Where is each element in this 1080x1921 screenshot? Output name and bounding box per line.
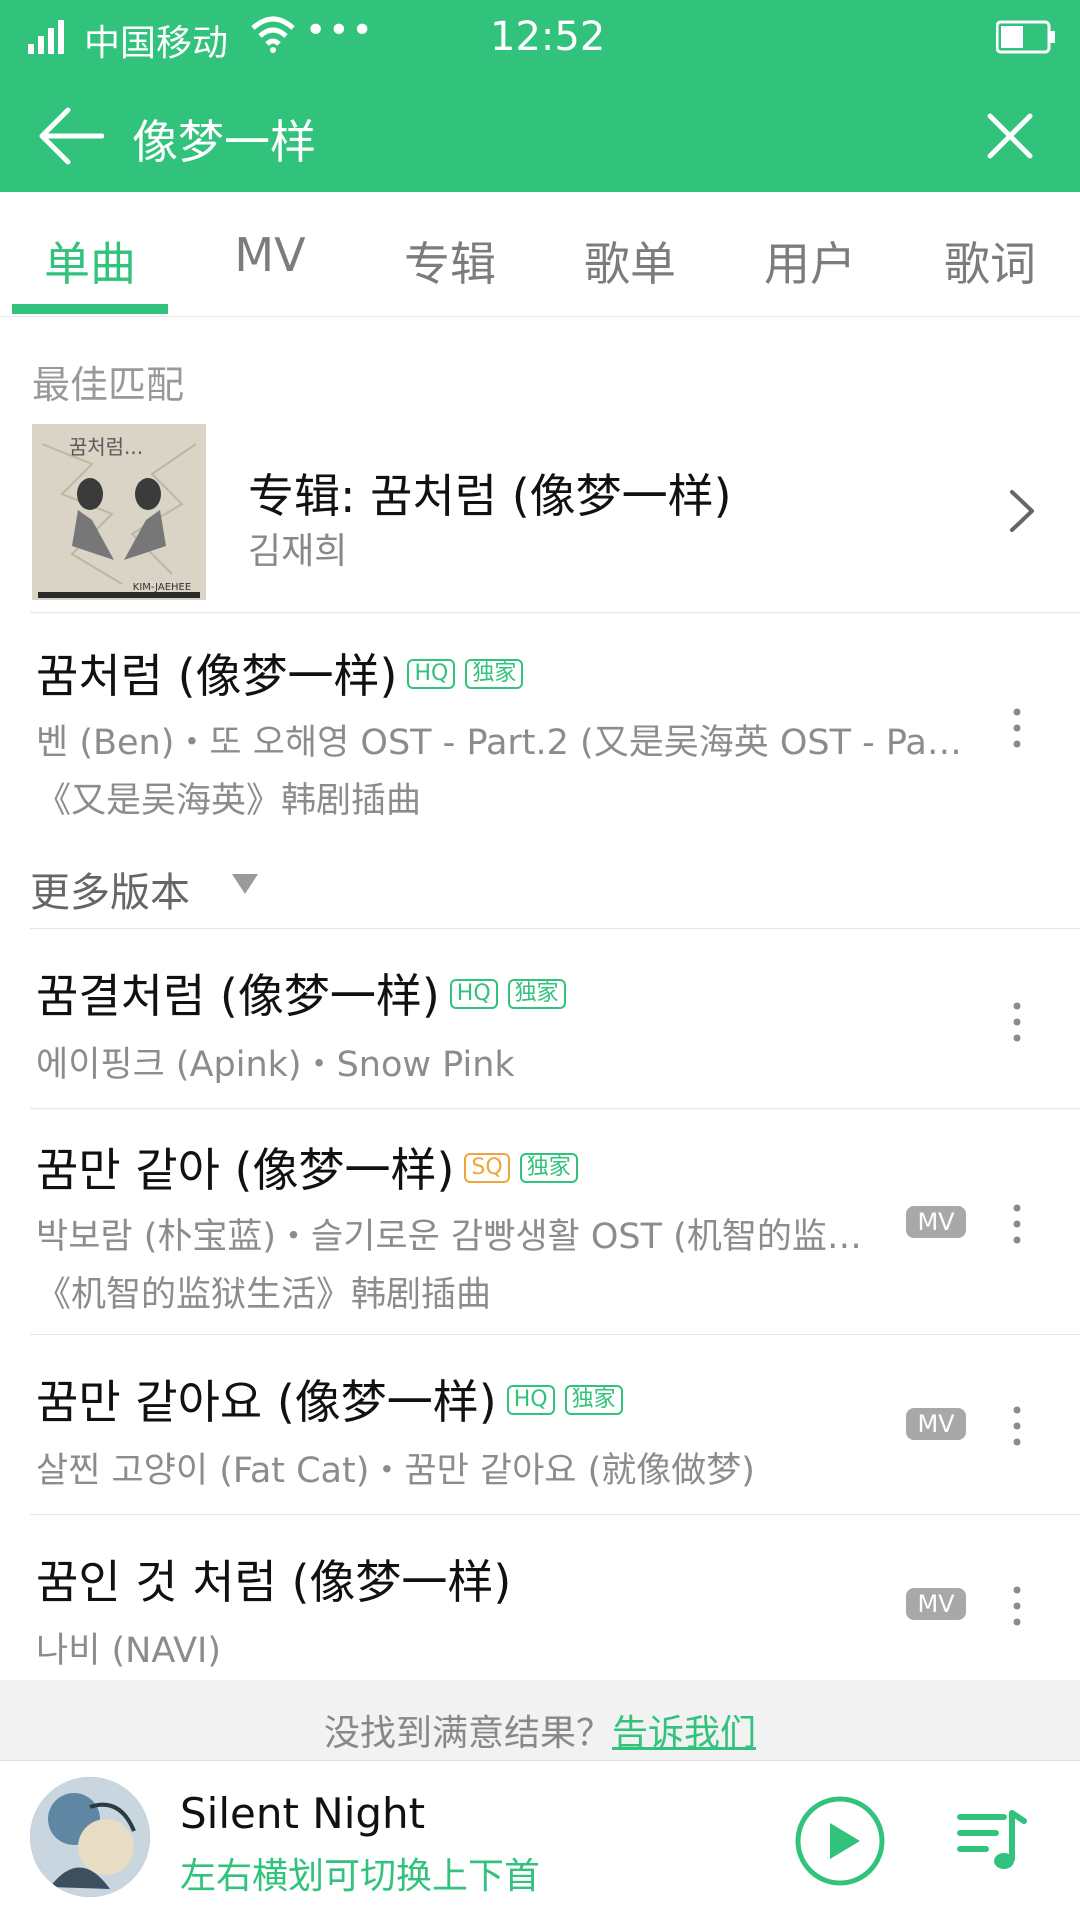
- exclusive-badge: 独家: [465, 658, 524, 689]
- tab-single[interactable]: 单曲: [0, 228, 180, 294]
- mv-badge[interactable]: MV: [906, 1588, 966, 1620]
- quality-badge: HQ: [506, 1384, 555, 1415]
- wifi-icon: [251, 16, 295, 53]
- best-match-cover[interactable]: 꿈처럼... KIM-JAEHEE: [32, 424, 206, 600]
- carrier-name: 中国移动: [84, 23, 229, 64]
- player-hint: 左右横划可切换上下首: [180, 1856, 541, 1897]
- song-title[interactable]: 꿈만 같아 (像梦一样) SQ 独家: [36, 1134, 578, 1200]
- status-overflow-dots: •••: [305, 10, 375, 51]
- song-subtitle: 벤 (Ben)・또 오해영 OST - Part.2 (又是吴海英 OST - …: [36, 723, 962, 763]
- tab-mv[interactable]: MV: [180, 228, 360, 282]
- song-title[interactable]: 꿈만 같아요 (像梦一样) HQ 独家: [36, 1366, 623, 1432]
- cover-title-text: 꿈처럼...: [69, 435, 143, 459]
- song-title[interactable]: 꿈처럼 (像梦一样) HQ 独家: [36, 640, 524, 706]
- player-song-title: Silent Night: [180, 1789, 426, 1838]
- divider: [30, 1108, 1080, 1109]
- tab-user[interactable]: 用户: [720, 228, 900, 294]
- player-cover-art[interactable]: [30, 1777, 150, 1897]
- feedback-text: 没找到满意结果？告诉我们: [323, 1713, 757, 1754]
- status-bar: 中国移动 ••• 12:52: [0, 0, 1080, 80]
- feedback-link[interactable]: 告诉我们: [612, 1713, 756, 1754]
- song-subtitle: 박보람 (朴宝蓝)・슬기로운 감빵생활 OST (机智的监…: [36, 1217, 862, 1257]
- more-vertical-icon[interactable]: [1012, 1404, 1022, 1448]
- song-title[interactable]: 꿈결처럼 (像梦一样) HQ 独家: [36, 960, 566, 1026]
- more-vertical-icon[interactable]: [1012, 1202, 1022, 1246]
- triangle-down-icon[interactable]: [232, 874, 258, 894]
- tab-album[interactable]: 专辑: [360, 228, 540, 294]
- more-vertical-icon[interactable]: [1012, 1584, 1022, 1628]
- more-vertical-icon[interactable]: [1012, 706, 1022, 750]
- song-subtitle: 에이핑크 (Apink)・Snow Pink: [36, 1045, 515, 1085]
- mini-player[interactable]: Silent Night 左右横划可切换上下首: [0, 1760, 1080, 1921]
- exclusive-badge: 独家: [519, 1152, 578, 1183]
- search-input[interactable]: 像梦一样: [132, 106, 316, 172]
- mv-badge[interactable]: MV: [906, 1408, 966, 1440]
- search-header: 像梦一样: [0, 80, 1080, 192]
- quality-badge: HQ: [407, 658, 456, 689]
- result-tabs: 单曲 MV 专辑 歌单 用户 歌词: [0, 192, 1080, 317]
- song-note: 《又是吴海英》韩剧插曲: [36, 781, 422, 821]
- more-vertical-icon[interactable]: [1012, 1000, 1022, 1044]
- exclusive-badge: 独家: [564, 1384, 623, 1415]
- song-title[interactable]: 꿈인 것 처럼 (像梦一样): [36, 1546, 511, 1612]
- quality-badge: SQ: [464, 1152, 510, 1183]
- divider: [30, 928, 1080, 929]
- best-match-title[interactable]: 专辑: 꿈처럼 (像梦一样): [248, 460, 732, 526]
- divider: [30, 612, 1080, 613]
- tab-active-indicator: [12, 304, 168, 314]
- signal-icon: [28, 20, 64, 54]
- mv-badge[interactable]: MV: [906, 1206, 966, 1238]
- battery-icon: [996, 20, 1055, 54]
- divider: [30, 1334, 1080, 1335]
- play-icon[interactable]: [794, 1795, 886, 1887]
- divider: [30, 1514, 1080, 1515]
- more-versions-toggle[interactable]: 更多版本: [30, 860, 190, 918]
- playlist-icon[interactable]: [956, 1805, 1028, 1877]
- best-match-artist: 김재희: [248, 531, 348, 572]
- status-time: 12:52: [490, 14, 606, 60]
- clear-icon[interactable]: [986, 112, 1034, 160]
- exclusive-badge: 独家: [507, 978, 566, 1009]
- tab-playlist[interactable]: 歌单: [540, 228, 720, 294]
- cover-artist-text: KIM-JAEHEE: [133, 582, 191, 593]
- song-note: 《机智的监狱生活》韩剧插曲: [36, 1275, 492, 1315]
- chevron-right-icon[interactable]: [1008, 488, 1036, 534]
- song-subtitle: 나비 (NAVI): [36, 1631, 221, 1671]
- quality-badge: HQ: [449, 978, 498, 1009]
- best-match-label: 最佳匹配: [32, 363, 185, 407]
- tab-lyrics[interactable]: 歌词: [900, 228, 1080, 294]
- back-icon[interactable]: [38, 106, 104, 166]
- song-subtitle: 살찐 고양이 (Fat Cat)・꿈만 같아요 (就像做梦): [36, 1451, 755, 1491]
